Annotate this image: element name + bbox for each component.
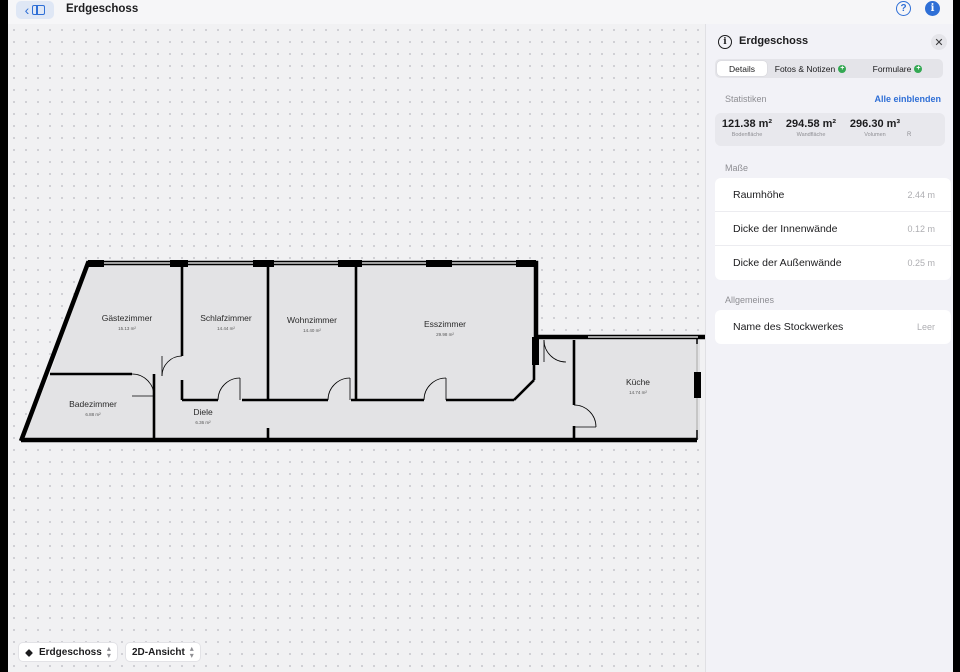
question-circle-icon[interactable]: ? [896,1,911,16]
show-all-link[interactable]: Alle einblenden [874,94,941,104]
info-circle-icon[interactable]: i [925,1,940,16]
row-label: Raumhöhe [733,188,785,201]
details-panel: i Erdgeschoss ✕ Details Fotos & Notizen … [705,24,953,672]
floor-select[interactable]: Erdgeschoss ▴ ▾ [18,642,118,662]
room-floor-kueche[interactable] [574,340,700,438]
row-value: 0.25 m [907,258,935,268]
room-label-wohnzimmer: Wohnzimmer [287,315,337,325]
stat-value: 296.30 m³ [849,118,901,130]
measurements-card: Raumhöhe 2.44 m Dicke der Innenwände 0.1… [715,178,951,280]
row-floor-name[interactable]: Name des Stockwerkes Leer [715,310,951,344]
row-value: Leer [916,322,935,332]
tab-details[interactable]: Details [717,61,767,76]
room-area-esszimmer: 29.98 m² [436,332,454,337]
room-area-kueche: 14.74 m² [629,390,647,395]
stat-wall-area: 294.58 m² Wandfläche [779,113,843,146]
statistics-label: Statistiken [725,94,767,104]
app-window: ‹ Erdgeschoss ? i Gästezimmer 15.13 m² S… [8,0,953,672]
info-icon: i [718,35,732,49]
stat-label: Bodenfläche [731,132,763,138]
room-area-diele: 6.36 m² [195,420,211,425]
view-select[interactable]: 2D-Ansicht ▴ ▾ [125,642,201,662]
close-button[interactable]: ✕ [931,34,947,50]
stat-label: Wandfläche [796,132,826,138]
room-label-schlafzimmer: Schlafzimmer [200,313,252,323]
back-button[interactable]: ‹ [16,1,54,19]
stat-value: 294.58 m² [785,118,837,130]
plus-badge-icon: + [838,64,847,73]
statistics-card[interactable]: 121.38 m² Bodenfläche 294.58 m² Wandfläc… [715,113,945,146]
floorplan-canvas[interactable]: Gästezimmer 15.13 m² Schlafzimmer 14.44 … [8,24,705,672]
room-floor-schlafzimmer[interactable] [182,264,268,400]
room-area-wohnzimmer: 14.40 m² [303,328,321,333]
room-label-kueche: Küche [626,377,650,387]
stat-more-label: R [907,132,912,138]
panel-title: Erdgeschoss [739,35,809,47]
room-label-diele: Diele [193,407,213,417]
sidebar-icon [32,5,46,15]
chevron-updown-icon: ▴ ▾ [106,644,111,660]
chevron-updown-icon: ▴ ▾ [189,644,194,660]
room-label-badezimmer: Badezimmer [69,399,117,409]
stat-volume: 296.30 m³ Volumen [843,113,907,146]
floor-select-label: Erdgeschoss [39,646,102,658]
panel-tabs: Details Fotos & Notizen + Formulare + [715,59,943,78]
room-area-gaestezimmer: 15.13 m² [118,326,136,331]
row-value: 0.12 m [907,223,935,234]
tab-photos-notes[interactable]: Fotos & Notizen + [767,61,854,76]
row-label: Dicke der Innenwände [733,222,838,235]
tab-label: Fotos & Notizen [774,63,836,74]
plus-badge-icon: + [914,64,923,73]
row-label: Name des Stockwerkes [733,321,844,333]
stat-floor-area: 121.38 m² Bodenfläche [715,113,779,146]
row-room-height[interactable]: Raumhöhe 2.44 m [715,178,951,212]
room-area-badezimmer: 6.88 m² [85,412,101,417]
stat-value: 121.38 m² [721,118,773,130]
room-label-esszimmer: Esszimmer [424,319,466,329]
general-card: Name des Stockwerkes Leer [715,310,951,344]
chevron-left-icon: ‹ [24,2,30,18]
floorplan: Gästezimmer 15.13 m² Schlafzimmer 14.44 … [18,260,705,443]
stat-label: Volumen [864,132,886,138]
general-label: Allgemeines [725,295,775,305]
tab-forms[interactable]: Formulare + [854,61,941,76]
close-icon: ✕ [934,36,944,49]
layers-icon [25,648,34,657]
panel-header: i Erdgeschoss ✕ [706,24,953,58]
row-inner-wall-thickness[interactable]: Dicke der Innenwände 0.12 m [715,212,951,246]
room-label-gaestezimmer: Gästezimmer [102,313,153,323]
page-title: Erdgeschoss [66,3,139,15]
room-area-schlafzimmer: 14.44 m² [217,326,235,331]
row-outer-wall-thickness[interactable]: Dicke der Außenwände 0.25 m [715,246,951,280]
row-label: Dicke der Außenwände [733,257,842,269]
measurements-label: Maße [725,163,749,173]
tab-label: Details [729,63,755,74]
view-select-label: 2D-Ansicht [132,646,185,658]
top-bar: ‹ Erdgeschoss ? i [8,0,953,24]
tab-label: Formulare [872,63,912,74]
row-value: 2.44 m [907,189,935,200]
